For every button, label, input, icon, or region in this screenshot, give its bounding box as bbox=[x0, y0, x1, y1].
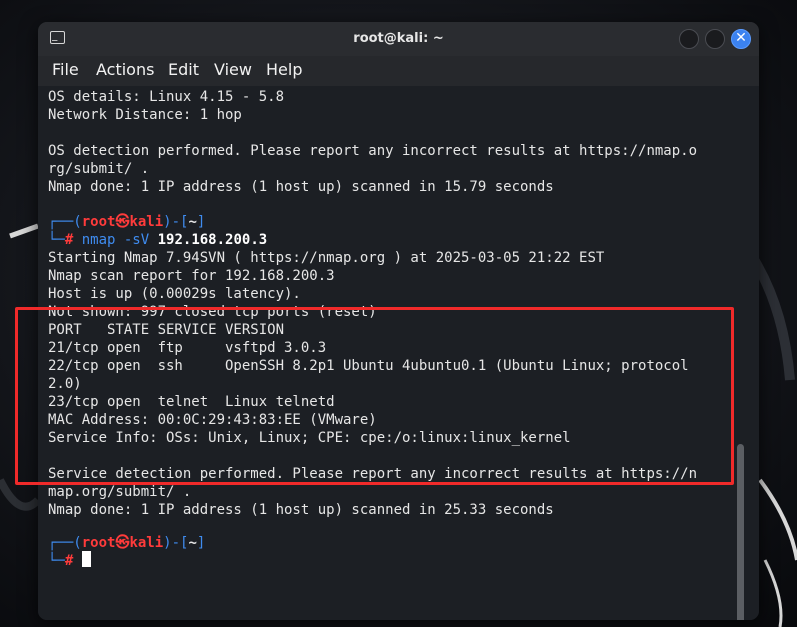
close-button[interactable]: ✕ bbox=[731, 29, 751, 49]
prompt-user: root bbox=[81, 214, 116, 230]
menu-view[interactable]: View bbox=[214, 60, 252, 80]
terminal-line: PORT STATE SERVICE VERSION bbox=[48, 322, 285, 338]
prompt-line-1: ┌──(root㉿kali)-[~] bbox=[48, 213, 205, 231]
terminal-line: 21/tcp open ftp vsftpd 3.0.3 bbox=[48, 340, 327, 356]
command-text: nmap -sV bbox=[81, 232, 150, 248]
menu-edit[interactable]: Edit bbox=[168, 60, 199, 80]
terminal-line: Network Distance: 1 hop bbox=[48, 107, 242, 123]
text-cursor bbox=[82, 551, 91, 567]
terminal-line: OS details: Linux 4.15 - 5.8 bbox=[48, 89, 285, 105]
terminal-line: rg/submit/ . bbox=[48, 161, 150, 177]
menu-bar: File Actions Edit View Help bbox=[38, 56, 759, 86]
terminal-line: Nmap done: 1 IP address (1 host up) scan… bbox=[48, 179, 554, 195]
menu-file[interactable]: File bbox=[52, 60, 79, 80]
prompt-host: kali bbox=[129, 535, 164, 551]
terminal-line: Nmap scan report for 192.168.200.3 bbox=[48, 268, 335, 284]
scrollbar-thumb[interactable] bbox=[737, 444, 744, 620]
minimize-button[interactable] bbox=[679, 29, 699, 49]
prompt-hash: # bbox=[64, 553, 74, 569]
terminal-line: Starting Nmap 7.94SVN ( https://nmap.org… bbox=[48, 250, 605, 266]
prompt-dir: ~ bbox=[188, 214, 197, 230]
menu-help[interactable]: Help bbox=[266, 60, 302, 80]
terminal-line: Nmap done: 1 IP address (1 host up) scan… bbox=[48, 502, 554, 518]
command-line-1: └─# nmap -sV 192.168.200.3 bbox=[48, 231, 267, 249]
command-ip: 192.168.200.3 bbox=[157, 232, 268, 248]
prompt-corner: ┌──( bbox=[48, 535, 82, 551]
prompt-hash: # bbox=[64, 232, 74, 248]
terminal-line: Not shown: 997 closed tcp ports (reset) bbox=[48, 304, 377, 320]
prompt-dir: ~ bbox=[188, 535, 197, 551]
terminal-output[interactable]: OS details: Linux 4.15 - 5.8 Network Dis… bbox=[38, 86, 759, 620]
prompt-line-2: ┌──(root㉿kali)-[~] bbox=[48, 534, 205, 552]
prompt-user: root bbox=[81, 535, 116, 551]
terminal-line: Host is up (0.00029s latency). bbox=[48, 286, 301, 302]
window-title: root@kali: ~ bbox=[353, 31, 444, 46]
terminal-line: Service detection performed. Please repo… bbox=[48, 466, 698, 482]
terminal-line: map.org/submit/ . bbox=[48, 484, 192, 500]
prompt-at-symbol: ㉿ bbox=[115, 214, 130, 230]
close-icon: ✕ bbox=[735, 30, 747, 46]
prompt-bracket: )-[ bbox=[163, 214, 189, 230]
terminal-line: MAC Address: 00:0C:29:43:83:EE (VMware) bbox=[48, 412, 377, 428]
terminal-line: 22/tcp open ssh OpenSSH 8.2p1 Ubuntu 4ub… bbox=[48, 358, 689, 374]
prompt-bracket-close: ] bbox=[196, 535, 206, 551]
title-bar[interactable]: _ root@kali: ~ ✕ bbox=[38, 22, 759, 56]
prompt-host: kali bbox=[129, 214, 164, 230]
prompt-bracket-close: ] bbox=[196, 214, 206, 230]
terminal-line: Service Info: OSs: Unix, Linux; CPE: cpe… bbox=[48, 430, 571, 446]
terminal-line: OS detection performed. Please report an… bbox=[48, 143, 698, 159]
maximize-button[interactable] bbox=[705, 29, 725, 49]
prompt-at-symbol: ㉿ bbox=[115, 535, 130, 551]
command-line-2[interactable]: └─# bbox=[48, 552, 73, 570]
prompt-corner: ┌──( bbox=[48, 214, 82, 230]
terminal-window[interactable]: _ root@kali: ~ ✕ File Actions Edit View … bbox=[38, 22, 759, 620]
prompt-bracket: )-[ bbox=[163, 535, 189, 551]
terminal-line: 23/tcp open telnet Linux telnetd bbox=[48, 394, 335, 410]
terminal-line: 2.0) bbox=[48, 376, 82, 392]
prompt-corner-2: └─ bbox=[48, 553, 65, 569]
prompt-corner-2: └─ bbox=[48, 232, 65, 248]
menu-actions[interactable]: Actions bbox=[96, 60, 154, 80]
